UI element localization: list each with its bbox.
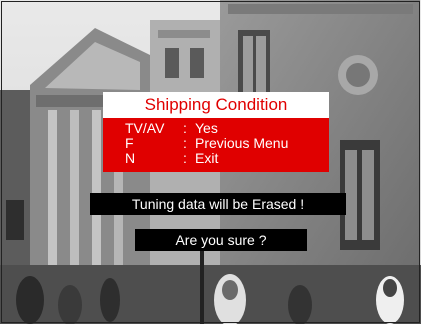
menu-option-key: N [125,150,136,166]
menu-option-separator: : [183,135,187,151]
menu-options: TV/AV : Yes F : Previous Menu N : Exit [103,118,329,172]
menu-option-separator: : [183,120,187,136]
menu-option-key: F [125,135,134,151]
tv-screen: Shipping Condition TV/AV : Yes F : Previ… [0,0,421,324]
menu-option-previous-menu[interactable]: F : Previous Menu [103,136,329,151]
menu-option-key: TV/AV [125,120,165,136]
menu-option-exit[interactable]: N : Exit [103,151,329,166]
menu-option-label: Previous Menu [195,135,289,151]
menu-option-label: Yes [195,120,218,136]
erase-warning-message: Tuning data will be Erased ! [90,193,346,215]
menu-option-yes[interactable]: TV/AV : Yes [103,121,329,136]
shipping-condition-menu: Shipping Condition TV/AV : Yes F : Previ… [103,92,329,172]
menu-option-label: Exit [195,150,219,166]
confirm-prompt: Are you sure ? [135,229,307,251]
menu-title: Shipping Condition [103,92,329,118]
menu-option-separator: : [183,150,187,166]
